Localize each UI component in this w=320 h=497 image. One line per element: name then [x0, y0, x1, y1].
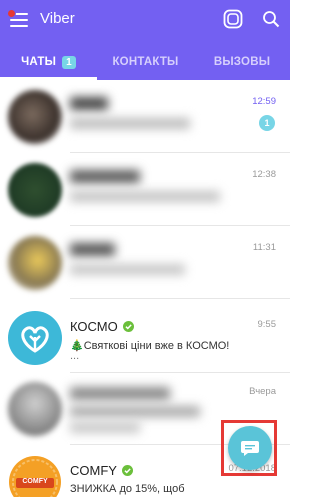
avatar — [8, 236, 62, 290]
tab-contacts[interactable]: КОНТАКТЫ — [97, 44, 194, 80]
kosmo-logo-icon — [8, 311, 62, 365]
tab-bar: ЧАТЫ 1 КОНТАКТЫ ВЫЗОВЫ — [0, 44, 290, 80]
chat-time: 12:38 — [252, 169, 276, 180]
tab-calls[interactable]: ВЫЗОВЫ — [194, 44, 290, 80]
chat-name-text: КОСМО — [70, 319, 118, 334]
notification-dot — [7, 9, 16, 18]
avatar — [8, 90, 62, 144]
tab-chats[interactable]: ЧАТЫ 1 — [0, 44, 97, 80]
blurred-message — [70, 406, 200, 417]
verified-icon — [121, 465, 133, 476]
blurred-name — [70, 387, 170, 400]
tab-chats-badge: 1 — [62, 55, 76, 69]
tab-chats-label: ЧАТЫ — [21, 56, 57, 68]
tab-calls-label: ВЫЗОВЫ — [213, 56, 271, 68]
app-title: Viber — [40, 10, 75, 27]
new-chat-icon — [241, 441, 259, 456]
blurred-message — [70, 118, 190, 129]
chat-name: COMFY — [70, 463, 133, 478]
tab-contacts-label: КОНТАКТЫ — [112, 56, 179, 68]
chat-time: 11:31 — [252, 242, 276, 253]
chat-name: КОСМО — [70, 319, 134, 334]
chat-name-text: COMFY — [70, 463, 117, 478]
comfy-logo-text: COMFY — [22, 478, 48, 485]
search-icon[interactable] — [262, 10, 280, 28]
top-toolbar: Viber — [0, 0, 290, 40]
comfy-logo-icon — [9, 456, 61, 497]
blurred-name — [70, 243, 115, 256]
blurred-name — [70, 97, 108, 110]
chat-time: 12:59 — [252, 96, 276, 107]
avatar — [8, 382, 62, 436]
unread-badge: 1 — [259, 115, 275, 131]
blurred-message — [70, 264, 185, 275]
app-bar: Viber ЧАТЫ 1 КОНТАКТЫ ВЫЗОВЫ — [0, 0, 290, 80]
chat-message: ЗНИЖКА до 15%, щоб — [70, 483, 185, 495]
stories-icon[interactable] — [223, 9, 243, 29]
chat-row-kosmo[interactable]: КОСМО 🎄Святкові ціни вже в КОСМО! ... 9:… — [0, 299, 290, 373]
new-chat-button[interactable] — [228, 426, 272, 470]
chat-message-more: ... — [70, 350, 80, 362]
verified-icon — [122, 321, 134, 332]
blurred-message — [70, 191, 220, 202]
chat-row[interactable]: 12:59 1 — [0, 80, 290, 153]
chat-time: Вчера — [249, 386, 276, 397]
chat-row[interactable]: 12:38 — [0, 153, 290, 226]
avatar — [8, 163, 62, 217]
blurred-name — [70, 170, 140, 183]
chat-time: 9:55 — [257, 319, 277, 330]
blurred-message — [70, 422, 140, 433]
chat-row[interactable]: 11:31 — [0, 226, 290, 299]
chat-message: 🎄Святкові ціни вже в КОСМО! — [70, 340, 230, 352]
